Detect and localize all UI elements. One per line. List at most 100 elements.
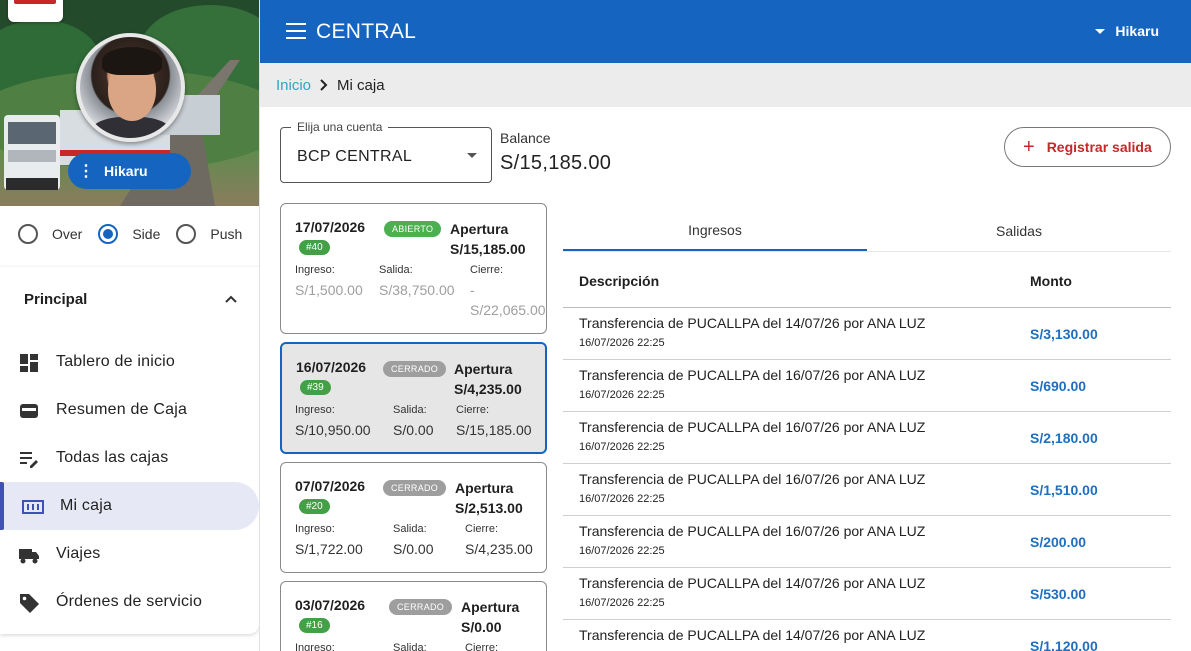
caja-apertura-value: S/0.00 (461, 619, 502, 635)
table-header: Descripción Monto (563, 257, 1171, 308)
account-select[interactable]: Elija una cuenta BCP CENTRAL (280, 120, 492, 183)
row-amount: S/200.00 (1030, 534, 1087, 550)
row-description: Transferencia de PUCALLPA del 16/07/26 p… (579, 523, 926, 539)
caja-cierre-value: S/22,065.00 (470, 302, 546, 318)
user-name: Hikaru (104, 163, 148, 179)
caja-salida-label: Salida: (393, 642, 427, 651)
caja-salida-value: S/38,750.00 (379, 282, 455, 298)
caja-ingreso-label: Ingreso: (295, 404, 335, 416)
caja-ingreso-label: Ingreso: (295, 523, 335, 535)
caja-cierre-label: Cierre: (470, 264, 504, 276)
row-amount: S/2,180.00 (1030, 430, 1098, 446)
caja-card[interactable]: 17/07/2026 #40 ABIERTO Apertura S/15,185… (280, 203, 547, 334)
row-amount: S/530.00 (1030, 586, 1087, 602)
row-description: Transferencia de PUCALLPA del 16/07/26 p… (579, 367, 926, 383)
row-timestamp: 16/07/2026 22:25 (579, 389, 665, 401)
wallet-icon (20, 404, 38, 418)
caja-cierre-label: Cierre: (465, 642, 499, 651)
company-logo (8, 0, 63, 22)
page-title: CENTRAL (316, 20, 417, 43)
account-select-value: BCP CENTRAL (297, 148, 413, 165)
radio-side[interactable] (98, 224, 119, 244)
radio-push-label: Push (210, 226, 243, 242)
caja-card[interactable]: 16/07/2026 #39 CERRADO Apertura S/4,235.… (280, 342, 547, 454)
chevron-up-icon[interactable] (222, 290, 240, 308)
row-timestamp: 16/07/2026 22:25 (579, 597, 665, 609)
row-description: Transferencia de PUCALLPA del 14/07/26 p… (579, 315, 926, 331)
sidebar-item-resumen[interactable]: Resumen de Caja (0, 386, 259, 434)
radio-push[interactable] (176, 224, 197, 244)
main-content: Elija una cuenta BCP CENTRAL Balance S/1… (260, 107, 1191, 651)
caja-number-badge: #20 (299, 499, 330, 514)
table-row[interactable]: Transferencia de PUCALLPA del 16/07/26 p… (563, 464, 1171, 516)
row-description: Transferencia de PUCALLPA del 14/07/26 p… (579, 575, 926, 591)
caja-cierre-label: Cierre: (465, 523, 499, 535)
sidebar-item-label: Órdenes de servicio (56, 593, 203, 610)
caja-number-badge: #16 (299, 618, 330, 633)
register-exit-label: Registrar salida (1046, 139, 1152, 155)
row-timestamp: 16/07/2026 22:25 (579, 545, 665, 557)
column-header-amount[interactable]: Monto (1030, 273, 1072, 289)
row-description: Transferencia de PUCALLPA del 16/07/26 p… (579, 419, 926, 435)
table-row[interactable]: Transferencia de PUCALLPA del 14/07/26 p… (563, 308, 1171, 360)
caret-down-icon (1095, 28, 1106, 34)
table-row[interactable]: Transferencia de PUCALLPA del 16/07/26 p… (563, 516, 1171, 568)
tabs: Ingresos Salidas (563, 211, 1171, 252)
table-row[interactable]: Transferencia de PUCALLPA del 16/07/26 p… (563, 412, 1171, 464)
sidebar-item-ordenes[interactable]: Órdenes de servicio (0, 578, 259, 626)
sidebar-item-tablero[interactable]: Tablero de inicio (0, 338, 259, 386)
caja-ingreso-label: Ingreso: (295, 264, 335, 276)
tab-salidas[interactable]: Salidas (867, 211, 1171, 251)
caja-salida-label: Salida: (393, 404, 427, 416)
avatar (76, 33, 185, 142)
caja-ingreso-label: Ingreso: (295, 642, 335, 651)
row-timestamp: 16/07/2026 22:25 (579, 493, 665, 505)
menu-icon[interactable] (286, 23, 306, 39)
tag-icon (20, 594, 39, 613)
caja-apertura-value: S/2,513.00 (455, 500, 523, 516)
table-row[interactable]: Transferencia de PUCALLPA del 14/07/26 p… (563, 568, 1171, 620)
chevron-right-icon (320, 79, 328, 91)
caja-number-badge: #40 (299, 240, 330, 255)
column-header-description[interactable]: Descripción (579, 273, 659, 289)
sidebar-item-mi-caja[interactable]: Mi caja (0, 482, 259, 530)
dashboard-icon (20, 354, 38, 372)
table-row[interactable]: Transferencia de PUCALLPA del 16/07/26 p… (563, 360, 1171, 412)
sidebar-item-label: Todas las cajas (56, 449, 169, 466)
caja-number-badge: #39 (300, 380, 331, 395)
sidebar-item-viajes[interactable]: Viajes (0, 530, 259, 578)
top-user-name: Hikaru (1115, 23, 1159, 39)
caja-cierre-value: S/15,185.00 (456, 422, 532, 438)
radio-over-label: Over (52, 226, 83, 242)
balance-value: S/15,185.00 (500, 152, 612, 174)
truck-icon (19, 549, 39, 564)
tab-ingresos[interactable]: Ingresos (563, 211, 867, 251)
sidebar-item-label: Resumen de Caja (56, 401, 188, 418)
table-row[interactable]: Transferencia de PUCALLPA del 14/07/26 p… (563, 620, 1171, 651)
sidebar-item-label: Viajes (56, 545, 101, 562)
caja-apertura-label: Apertura (454, 361, 513, 377)
caja-apertura-label: Apertura (450, 221, 509, 237)
caja-date: 17/07/2026 (295, 219, 366, 235)
caja-ingreso-value: S/1,722.00 (295, 541, 363, 557)
caret-down-icon (467, 153, 477, 158)
top-user-menu[interactable]: Hikaru (1095, 23, 1159, 39)
top-app-bar: CENTRAL Hikaru (260, 0, 1191, 63)
user-menu-button[interactable]: ⋮ Hikaru (68, 153, 191, 189)
register-exit-button[interactable]: + Registrar salida (1004, 127, 1171, 167)
breadcrumb-home-link[interactable]: Inicio (276, 77, 311, 94)
row-description: Transferencia de PUCALLPA del 14/07/26 p… (579, 627, 926, 643)
status-badge: CERRADO (389, 599, 453, 615)
caja-card[interactable]: 07/07/2026 #20 CERRADO Apertura S/2,513.… (280, 462, 547, 573)
row-description: Transferencia de PUCALLPA del 16/07/26 p… (579, 471, 926, 487)
sidebar-cover-image: ⋮ Hikaru (0, 0, 259, 206)
row-amount: S/1,510.00 (1030, 482, 1098, 498)
radio-side-label: Side (132, 226, 161, 242)
sidebar-item-todas[interactable]: Todas las cajas (0, 434, 259, 482)
caja-apertura-value: S/15,185.00 (450, 241, 526, 257)
caja-card[interactable]: 03/07/2026 #16 CERRADO Apertura S/0.00 I… (280, 581, 547, 651)
caja-apertura-value: S/4,235.00 (454, 381, 522, 397)
caja-salida-value: S/0.00 (393, 541, 434, 557)
nav-section-title[interactable]: Principal (24, 291, 87, 308)
radio-over[interactable] (18, 224, 38, 244)
